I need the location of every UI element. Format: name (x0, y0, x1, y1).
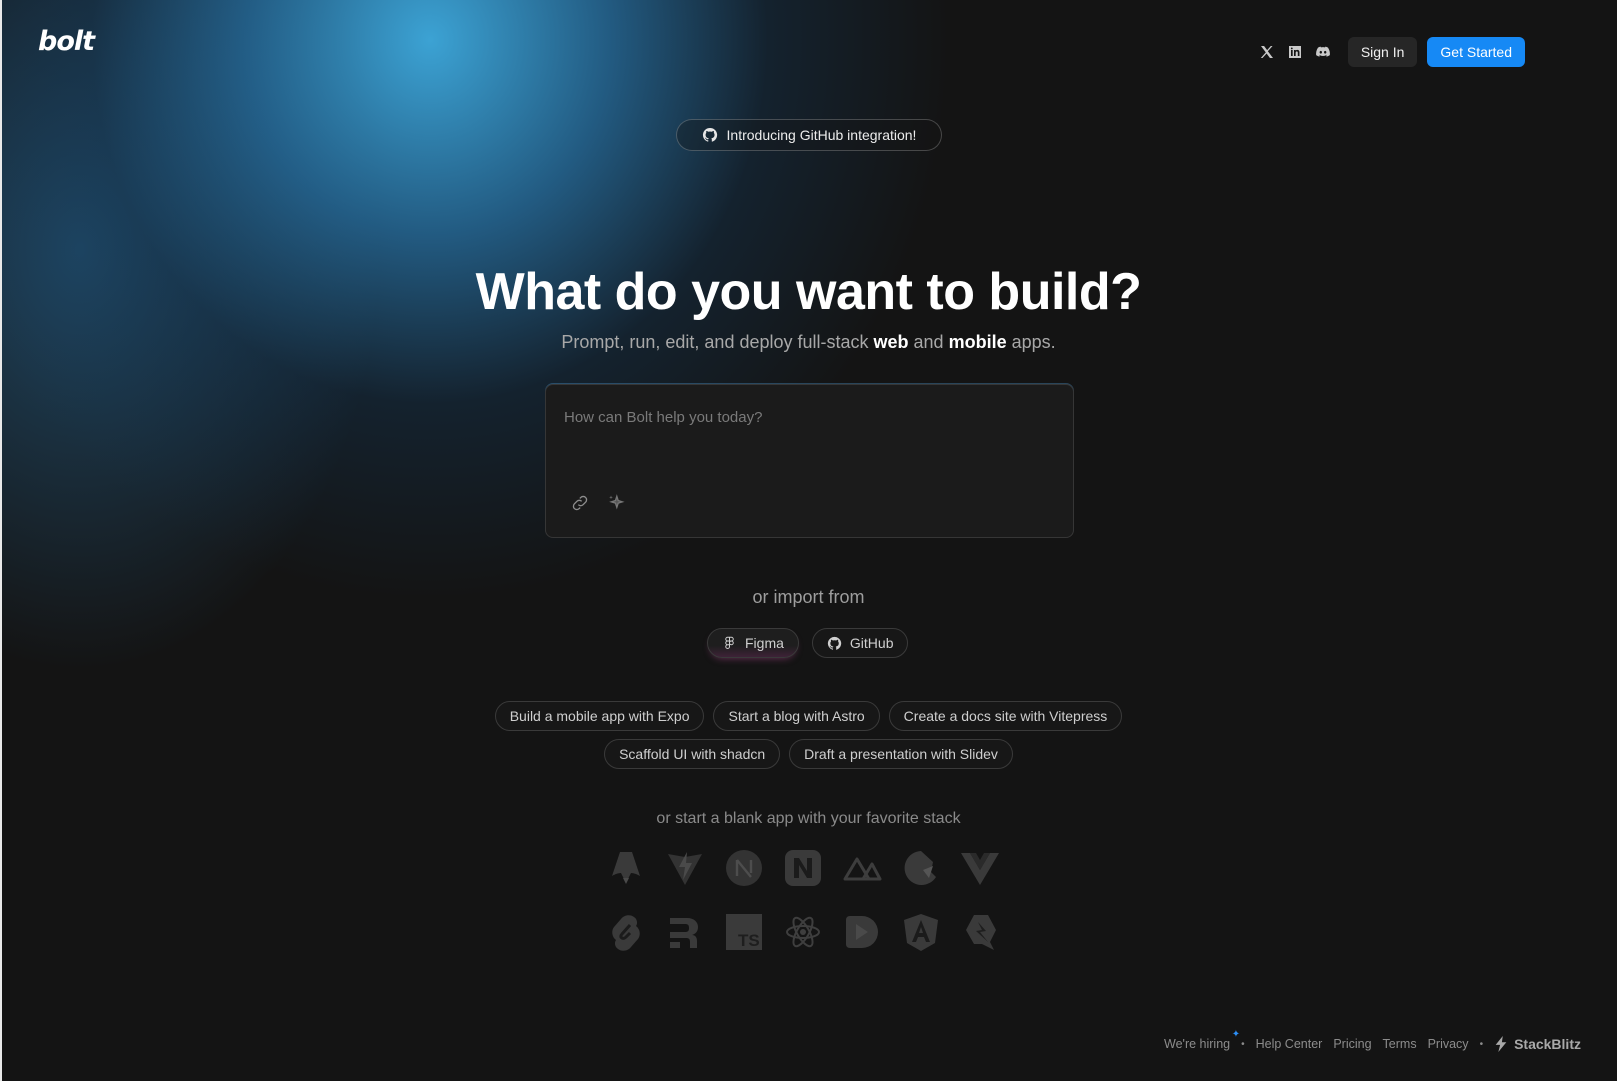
github-label: GitHub (849, 635, 894, 651)
subtitle-text: apps. (1006, 332, 1056, 352)
suggestion-chip[interactable]: Draft a presentation with Slidev (789, 739, 1013, 769)
import-label: or import from (752, 587, 865, 607)
import-options: Figma GitHub (707, 628, 909, 658)
prompt-input[interactable]: How can Bolt help you today? (564, 409, 762, 426)
remix-icon[interactable] (665, 912, 705, 952)
hero-title: What do you want to build? (475, 263, 1142, 321)
figma-label: Figma (745, 635, 784, 651)
qwik-icon[interactable] (901, 848, 941, 888)
astro-icon[interactable] (606, 848, 646, 888)
import-github-button[interactable]: GitHub (811, 628, 909, 658)
svg-text:TS: TS (738, 931, 760, 950)
stack-label: or start a blank app with your favorite … (656, 810, 961, 827)
subtitle-text: and (908, 332, 949, 352)
terms-link[interactable]: Terms (1383, 1037, 1417, 1051)
stack-grid: TS (606, 848, 1000, 952)
suggestion-chip[interactable]: Create a docs site with Vitepress (888, 701, 1123, 731)
import-figma-button[interactable]: Figma (707, 628, 799, 658)
suggestions-row-1: Build a mobile app with Expo Start a blo… (0, 701, 1617, 731)
react-icon[interactable] (783, 912, 823, 952)
get-started-button[interactable]: Get Started (1427, 37, 1525, 67)
sparkle-icon: ✦ (1231, 1029, 1241, 1040)
figma-icon (725, 636, 734, 649)
typescript-icon[interactable]: TS (724, 912, 764, 952)
vue-icon[interactable] (960, 848, 1000, 888)
page: bolt Sign In Get Started Introducing Git… (0, 0, 1617, 1081)
separator-dot: • (1241, 1038, 1245, 1050)
link-icon[interactable] (570, 493, 590, 513)
analog-icon[interactable] (901, 912, 941, 952)
bolt-logo[interactable]: bolt (38, 26, 95, 57)
hiring-link[interactable]: We're hiring ✦ (1164, 1029, 1240, 1051)
svelte-icon[interactable] (606, 912, 646, 952)
suggestion-chip[interactable]: Start a blog with Astro (713, 701, 880, 731)
announcement-label: Introducing GitHub integration! (726, 127, 917, 143)
nuxt-icon[interactable] (842, 848, 882, 888)
slidev-icon[interactable] (842, 912, 882, 952)
suggestion-chip[interactable]: Build a mobile app with Expo (494, 701, 705, 731)
separator-dot: • (1479, 1038, 1484, 1050)
footer: We're hiring ✦ • Help Center Pricing Term… (1164, 1029, 1581, 1052)
suggestion-chip[interactable]: Scaffold UI with shadcn (604, 739, 781, 769)
bolt-icon (1495, 1036, 1507, 1052)
privacy-link[interactable]: Privacy (1428, 1037, 1469, 1051)
prompt-box[interactable]: How can Bolt help you today? (545, 384, 1074, 538)
stackblitz-label: StackBlitz (1514, 1036, 1581, 1052)
next-icon[interactable] (724, 848, 764, 888)
prompt-tools (570, 493, 626, 513)
subtitle-mobile: mobile (948, 332, 1007, 352)
top-nav: Sign In Get Started (1258, 37, 1525, 67)
github-icon (827, 636, 842, 650)
pricing-link[interactable]: Pricing (1333, 1037, 1371, 1051)
sign-in-button[interactable]: Sign In (1347, 37, 1418, 67)
x-icon[interactable] (1258, 43, 1276, 61)
github-icon (702, 127, 717, 142)
hiring-label: We're hiring (1164, 1037, 1231, 1051)
linkedin-icon[interactable] (1286, 43, 1304, 61)
sparkle-icon[interactable] (606, 493, 626, 513)
subtitle-text: Prompt, run, edit, and deploy full-stack (561, 332, 874, 352)
subtitle-web: web (873, 332, 909, 352)
hero-subtitle: Prompt, run, edit, and deploy full-stack… (0, 332, 1617, 353)
vite-icon[interactable] (665, 848, 705, 888)
qwik-alt-icon[interactable] (960, 912, 1000, 952)
suggestions-row-2: Scaffold UI with shadcn Draft a presenta… (0, 739, 1617, 769)
github-integration-announcement[interactable]: Introducing GitHub integration! (676, 119, 942, 151)
stackblitz-link[interactable]: StackBlitz (1494, 1036, 1581, 1052)
help-center-link[interactable]: Help Center (1256, 1037, 1323, 1051)
discord-icon[interactable] (1314, 43, 1332, 61)
nuxt-n-icon[interactable] (783, 848, 823, 888)
